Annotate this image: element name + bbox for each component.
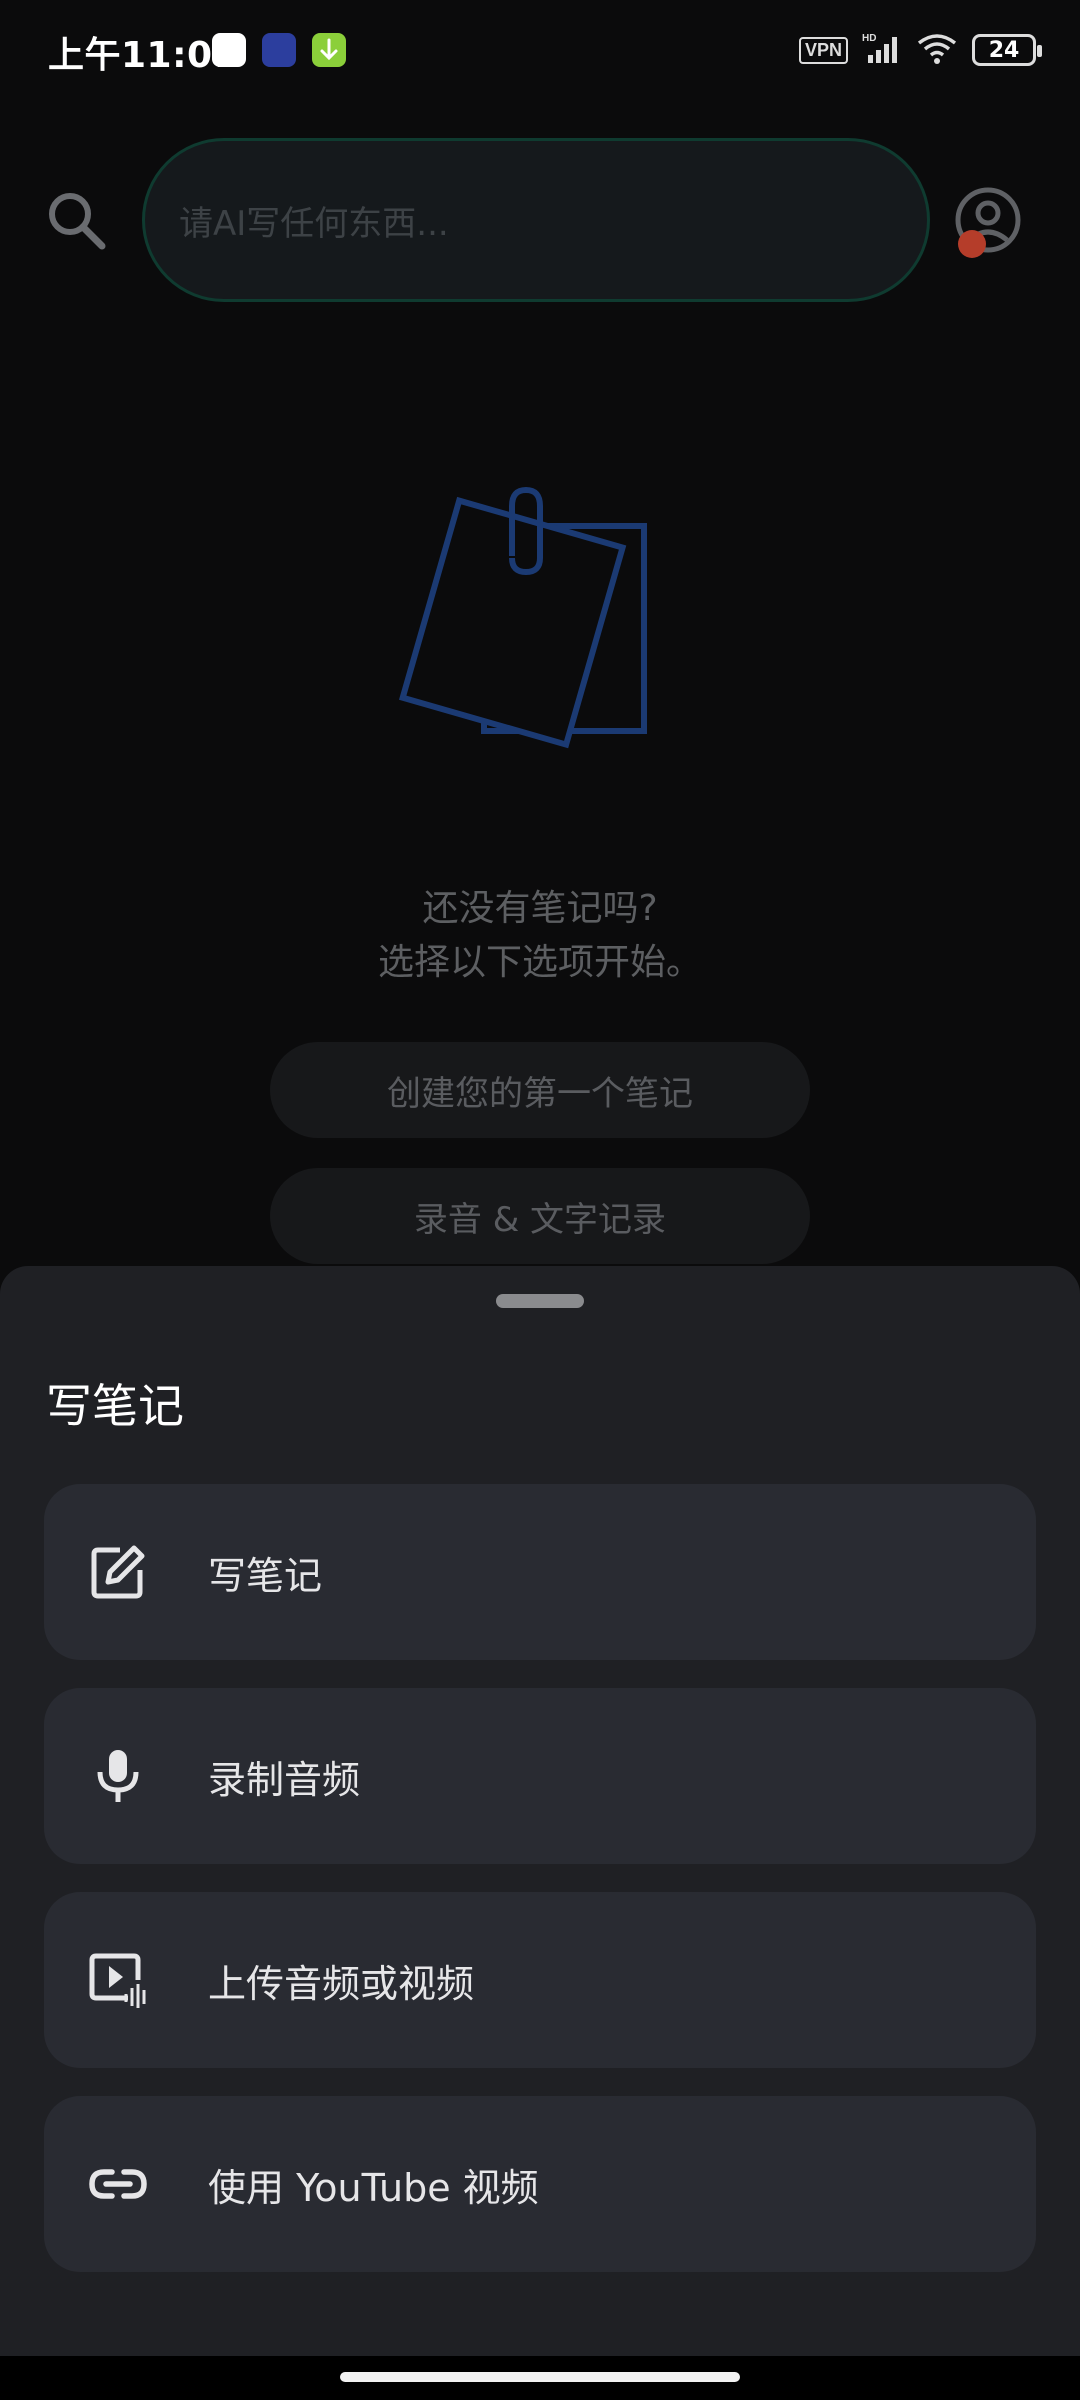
download-notification-icon xyxy=(312,33,346,67)
upload-media-label: 上传音频或视频 xyxy=(208,1961,475,2006)
sheet-drag-handle[interactable] xyxy=(496,1294,584,1308)
notification-app-icon xyxy=(262,33,296,67)
status-indicators: VPN HD 24 xyxy=(798,30,1042,70)
record-transcribe-button[interactable]: 录音 & 文字记录 xyxy=(270,1168,810,1264)
empty-state-line-1: 还没有笔记吗? xyxy=(422,888,658,929)
ai-prompt-input[interactable]: 请AI写任何东西... xyxy=(142,138,930,302)
status-time: 上午11:07 xyxy=(48,35,239,76)
sync-badge-icon xyxy=(958,230,986,258)
screen: 上午11:07 VPN HD 24 请AI写任何东西... 还没有笔记吗? 选择… xyxy=(0,0,1080,2400)
write-note-label: 写笔记 xyxy=(208,1553,323,1598)
empty-state-line-2: 选择以下选项开始。 xyxy=(377,942,702,983)
empty-state-message: 还没有笔记吗? 选择以下选项开始。 xyxy=(0,882,1080,990)
notes-home-background: 请AI写任何东西... 还没有笔记吗? 选择以下选项开始。 创建您的第一个笔记 xyxy=(0,104,1080,1264)
edit-note-icon xyxy=(88,1542,148,1602)
upload-media-option[interactable]: 上传音频或视频 xyxy=(44,1892,1036,2068)
signal-icon: HD xyxy=(862,31,902,69)
home-indicator[interactable] xyxy=(340,2372,740,2382)
vpn-badge: VPN xyxy=(798,36,848,64)
microphone-icon xyxy=(88,1746,148,1806)
create-first-note-button[interactable]: 创建您的第一个笔记 xyxy=(270,1042,810,1138)
status-bar: 上午11:07 VPN HD 24 xyxy=(0,0,1080,104)
sticky-note-illustration xyxy=(394,476,684,766)
new-note-bottom-sheet: 写笔记 写笔记 录制音频 上传音频或视频 使用 YouTube 视频 xyxy=(0,1266,1080,2400)
ai-prompt-placeholder: 请AI写任何东西... xyxy=(179,203,449,244)
notification-app-icon xyxy=(212,33,246,67)
youtube-video-option[interactable]: 使用 YouTube 视频 xyxy=(44,2096,1036,2272)
upload-media-icon xyxy=(88,1950,148,2010)
network-type-label: HD xyxy=(862,33,876,44)
record-audio-label: 录制音频 xyxy=(208,1757,361,1802)
link-icon xyxy=(88,2154,148,2214)
battery-indicator: 24 xyxy=(972,34,1042,66)
write-note-option[interactable]: 写笔记 xyxy=(44,1484,1036,1660)
wifi-icon xyxy=(916,31,958,69)
youtube-video-label: 使用 YouTube 视频 xyxy=(208,2165,539,2210)
record-audio-option[interactable]: 录制音频 xyxy=(44,1688,1036,1864)
search-icon[interactable] xyxy=(44,188,110,254)
sheet-title: 写笔记 xyxy=(46,1379,184,1433)
